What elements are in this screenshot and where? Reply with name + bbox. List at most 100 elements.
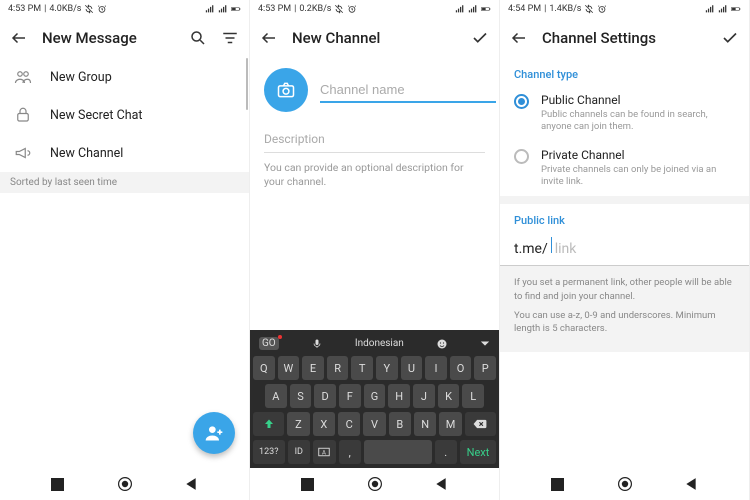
nav-back[interactable] (182, 475, 200, 493)
key[interactable]: R (327, 356, 349, 380)
description-block: Description You can provide an optional … (250, 122, 499, 189)
back-button[interactable] (260, 29, 278, 47)
channel-name-row (250, 58, 499, 122)
radio-indicator (514, 94, 529, 109)
radio-private-channel[interactable]: Private Channel Private channels can onl… (500, 142, 749, 197)
svg-text:A: A (322, 449, 326, 456)
nav-back[interactable] (682, 475, 700, 493)
key[interactable]: U (401, 356, 423, 380)
key[interactable]: K (438, 384, 460, 408)
key[interactable]: C (338, 412, 360, 436)
link-info: If you set a permanent link, other peopl… (500, 266, 749, 351)
fab-new-contact[interactable] (193, 412, 235, 454)
shift-key[interactable] (253, 412, 284, 436)
radio-subtitle: Private channels can only be joined via … (541, 164, 735, 189)
battery-icon (231, 4, 241, 14)
description-help: You can provide an optional description … (264, 161, 485, 189)
key[interactable]: T (351, 356, 373, 380)
radio-title: Private Channel (541, 148, 735, 162)
section-public-link: Public link (500, 204, 749, 233)
backspace-key[interactable] (465, 412, 496, 436)
key[interactable]: G (364, 384, 386, 408)
status-bar: 4:53 PM | 4.0KB/s (0, 0, 249, 18)
info-text: You can use a-z, 0-9 and underscores. Mi… (514, 309, 735, 336)
group-icon (14, 68, 32, 86)
key[interactable]: Q (253, 356, 275, 380)
no-sync-icon (84, 4, 94, 14)
text-caret (551, 237, 552, 253)
key[interactable]: F (339, 384, 361, 408)
keyboard-row-3: Z X C V B N M (253, 412, 496, 436)
radio-public-channel[interactable]: Public Channel Public channels can be fo… (500, 87, 749, 142)
key[interactable]: Y (376, 356, 398, 380)
mic-icon[interactable] (311, 338, 323, 350)
status-net: 4.0KB/s (49, 4, 81, 14)
back-button[interactable] (10, 29, 28, 47)
sort-button[interactable] (221, 29, 239, 47)
comma-key[interactable]: , (339, 440, 362, 464)
key[interactable]: D (314, 384, 336, 408)
status-net: 1.4KB/s (549, 4, 581, 14)
nav-recents[interactable] (299, 475, 317, 493)
go-key-icon[interactable]: GO (259, 337, 279, 350)
nav-recents[interactable] (49, 475, 67, 493)
signal-icon (455, 4, 465, 14)
keyboard-language[interactable]: Indonesian (355, 338, 404, 349)
public-link-input[interactable]: t.me/ link (500, 233, 749, 266)
link-placeholder: link (555, 241, 577, 257)
key[interactable]: W (278, 356, 300, 380)
back-button[interactable] (510, 29, 528, 47)
next-key[interactable]: Next (460, 440, 496, 464)
collapse-keyboard-icon[interactable] (480, 339, 490, 349)
space-key[interactable] (364, 440, 432, 464)
page-title: New Message (42, 29, 175, 47)
key[interactable]: S (290, 384, 312, 408)
nav-recents[interactable] (549, 475, 567, 493)
signal-icon (468, 4, 478, 14)
sort-icon (221, 29, 239, 47)
scrollbar-thumb[interactable] (246, 58, 248, 110)
menu-item-new-group[interactable]: New Group (0, 58, 249, 96)
key[interactable]: M (439, 412, 461, 436)
confirm-button[interactable] (721, 29, 739, 47)
menu-label: New Secret Chat (50, 108, 142, 123)
status-net: 0.2KB/s (299, 4, 331, 14)
key[interactable]: E (302, 356, 324, 380)
description-input[interactable]: Description (264, 128, 485, 153)
key[interactable]: J (413, 384, 435, 408)
key[interactable]: Z (287, 412, 309, 436)
key[interactable]: V (363, 412, 385, 436)
key[interactable]: B (389, 412, 411, 436)
channel-name-input[interactable] (320, 78, 496, 103)
menu-item-new-channel[interactable]: New Channel (0, 134, 249, 172)
nav-back[interactable] (432, 475, 450, 493)
signal-icon (218, 4, 228, 14)
system-nav-bar (250, 468, 499, 500)
key[interactable]: I (425, 356, 447, 380)
nav-home[interactable] (116, 475, 134, 493)
menu-list: New Group New Secret Chat New Channel (0, 58, 249, 172)
key[interactable]: N (414, 412, 436, 436)
key[interactable]: X (313, 412, 335, 436)
status-time: 4:53 PM (8, 4, 41, 14)
confirm-button[interactable] (471, 29, 489, 47)
numeric-key[interactable]: 123? (253, 440, 285, 464)
key[interactable]: H (388, 384, 410, 408)
key[interactable]: P (474, 356, 496, 380)
lang-key[interactable]: ID (288, 440, 311, 464)
period-key[interactable]: . (435, 440, 458, 464)
emoji-key-icon[interactable] (436, 338, 448, 350)
key[interactable]: O (450, 356, 472, 380)
nav-home[interactable] (616, 475, 634, 493)
nav-home[interactable] (366, 475, 384, 493)
check-icon (721, 29, 739, 47)
key[interactable]: L (462, 384, 484, 408)
status-time: 4:54 PM (508, 4, 541, 14)
add-person-icon (204, 423, 224, 443)
menu-item-new-secret-chat[interactable]: New Secret Chat (0, 96, 249, 134)
keyboard-row-2: A S D F G H J K L (253, 384, 496, 408)
key[interactable]: A (265, 384, 287, 408)
search-button[interactable] (189, 29, 207, 47)
channel-photo-button[interactable] (264, 68, 308, 112)
input-mode-key[interactable]: A (313, 440, 336, 464)
